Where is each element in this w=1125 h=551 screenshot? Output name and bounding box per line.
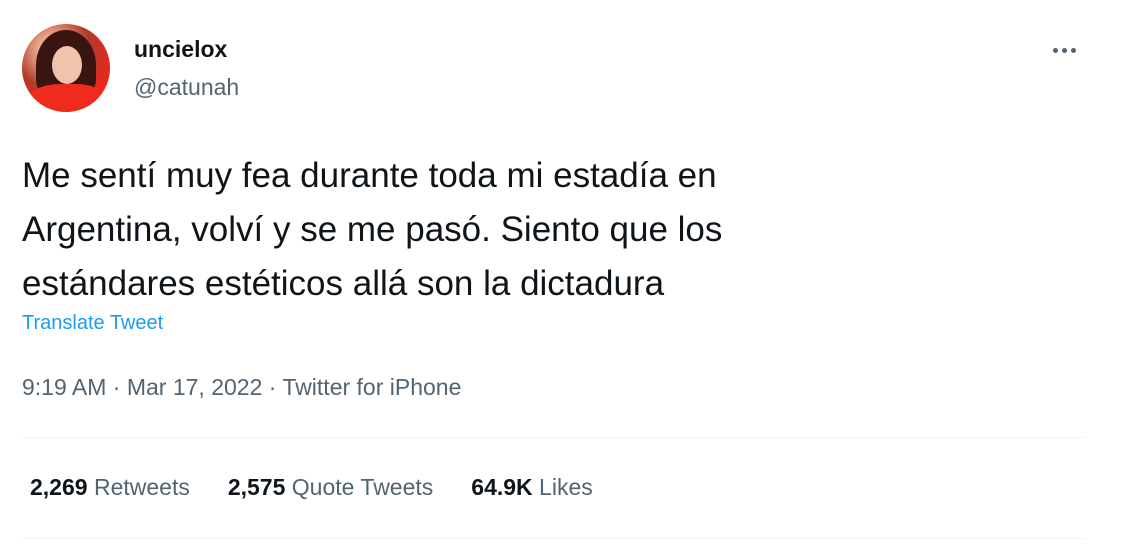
avatar-shirt: [28, 84, 108, 112]
user-handle[interactable]: @catunah: [134, 74, 239, 101]
more-dot: [1061, 47, 1067, 53]
tweet-stats: 2,269 Retweets 2,575 Quote Tweets 64.9K …: [30, 474, 593, 501]
translate-tweet-link[interactable]: Translate Tweet: [22, 312, 163, 335]
likes-count: 64.9K: [471, 474, 533, 500]
quote-tweets-stat[interactable]: 2,575 Quote Tweets: [228, 474, 433, 501]
more-icon[interactable]: [1044, 36, 1084, 64]
avatar-face: [52, 46, 82, 84]
tweet-time[interactable]: 9:19 AM: [22, 374, 106, 400]
quote-tweets-label: Quote Tweets: [291, 474, 434, 500]
likes-label: Likes: [539, 474, 593, 500]
divider: [22, 538, 1084, 539]
meta-separator: ·: [112, 374, 121, 400]
divider: [22, 437, 1084, 438]
tweet-text: Me sentí muy fea durante toda mi estadía…: [22, 156, 723, 303]
likes-stat[interactable]: 64.9K Likes: [471, 474, 592, 501]
retweets-label: Retweets: [93, 474, 190, 500]
tweet-source[interactable]: Twitter for iPhone: [282, 374, 461, 400]
tweet-date[interactable]: Mar 17, 2022: [127, 374, 263, 400]
more-dot: [1070, 47, 1076, 53]
more-dot: [1052, 47, 1058, 53]
meta-separator: ·: [268, 374, 277, 400]
tweet-card: uncielox @catunah Me sentí muy fea duran…: [0, 0, 1125, 551]
avatar[interactable]: [22, 24, 110, 112]
retweets-count: 2,269: [30, 474, 88, 500]
display-name[interactable]: uncielox: [134, 36, 227, 63]
quote-tweets-count: 2,575: [227, 474, 286, 500]
retweets-stat[interactable]: 2,269 Retweets: [30, 474, 190, 501]
tweet-metadata: 9:19 AM · Mar 17, 2022 · Twitter for iPh…: [22, 374, 461, 401]
